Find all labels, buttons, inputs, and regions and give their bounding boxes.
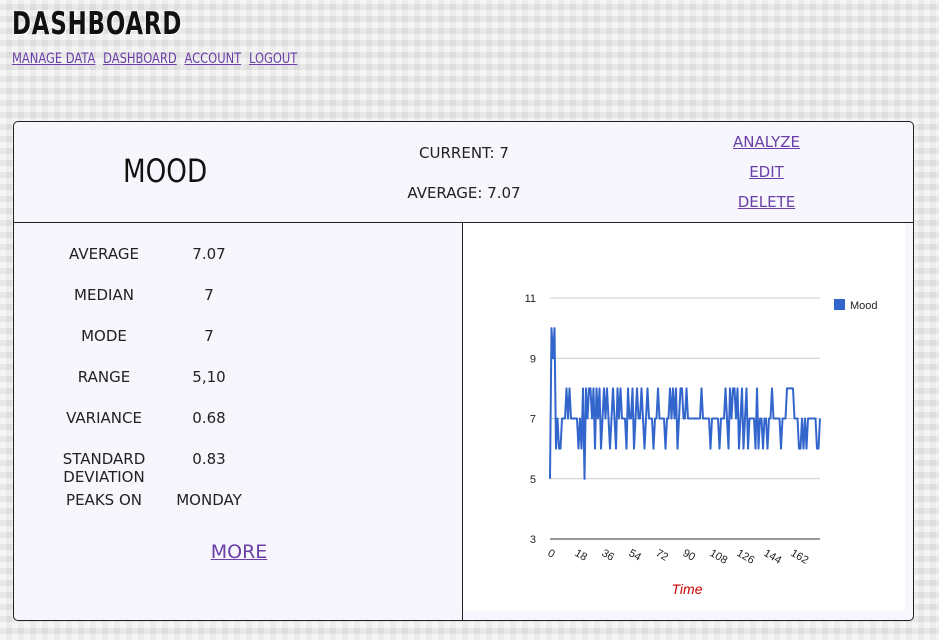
metric-name: MOOD — [123, 152, 208, 190]
x-tick-label: 108 — [708, 547, 730, 567]
x-tick-label: 144 — [762, 547, 784, 567]
mood-line-chart: 3 5 7 9 11 0 18 36 54 72 90 108 126 144 162 Time Mood — [525, 293, 878, 597]
stat-value: 7 — [204, 327, 214, 345]
stat-label: AVERAGE — [69, 245, 139, 263]
stat-label: MODE — [81, 327, 127, 345]
edit-link[interactable]: EDIT — [714, 162, 819, 192]
y-tick-label: 9 — [530, 353, 536, 365]
stat-label: STANDARD DEVIATION — [62, 450, 146, 486]
delete-link[interactable]: DELETE — [714, 192, 819, 222]
current-label: CURRENT: — [419, 144, 495, 162]
x-tick-label: 72 — [654, 547, 671, 564]
card-header: MOOD CURRENT: 7 AVERAGE: 7.07 ANALYZE ED… — [14, 122, 913, 223]
stat-label: MEDIAN — [74, 286, 134, 304]
stat-label: VARIANCE — [66, 409, 142, 427]
y-tick-label: 11 — [525, 293, 536, 305]
x-tick-label: 90 — [681, 547, 698, 564]
legend-label-mood: Mood — [850, 300, 878, 312]
x-tick-label: 18 — [573, 547, 590, 564]
site-title: DASHBOARD — [12, 6, 183, 42]
nav-account[interactable]: ACCOUNT — [184, 51, 241, 67]
stat-label: PEAKS ON — [66, 491, 142, 509]
metric-actions: ANALYZE EDIT DELETE — [714, 132, 819, 222]
nav-logout[interactable]: LOGOUT — [249, 51, 297, 67]
stat-value: 0.68 — [192, 409, 226, 427]
stat-label: RANGE — [77, 368, 131, 386]
metric-card: MOOD CURRENT: 7 AVERAGE: 7.07 ANALYZE ED… — [13, 121, 914, 621]
stat-value: 7 — [204, 286, 214, 304]
current-summary: CURRENT: 7 — [384, 144, 544, 162]
x-tick-label: 0 — [546, 547, 557, 560]
stat-row-peaks-on: PEAKS ON MONDAY — [14, 491, 463, 511]
stat-value: 7.07 — [192, 245, 226, 263]
average-value: 7.07 — [487, 184, 521, 202]
stat-row-average: AVERAGE 7.07 — [14, 245, 463, 265]
series-line-mood — [549, 327, 821, 480]
stat-value: 0.83 — [192, 450, 226, 468]
nav-manage-data[interactable]: MANAGE DATA — [12, 51, 95, 67]
more-link[interactable]: MORE — [204, 541, 274, 563]
average-summary: AVERAGE: 7.07 — [384, 184, 544, 202]
nav-dashboard[interactable]: DASHBOARD — [103, 51, 177, 67]
chart-panel: 3 5 7 9 11 0 18 36 54 72 90 108 126 144 162 Time Mood — [463, 223, 905, 611]
average-label: AVERAGE: — [407, 184, 483, 202]
y-tick-label: 3 — [530, 534, 536, 546]
stat-row-variance: VARIANCE 0.68 — [14, 409, 463, 429]
stat-row-median: MEDIAN 7 — [14, 286, 463, 306]
x-tick-label: 36 — [600, 547, 617, 564]
stat-row-range: RANGE 5,10 — [14, 368, 463, 388]
stat-value: 5,10 — [192, 368, 226, 386]
x-tick-label: 162 — [789, 547, 811, 567]
stat-row-std-dev: STANDARD DEVIATION 0.83 — [14, 450, 463, 486]
stat-row-mode: MODE 7 — [14, 327, 463, 347]
stat-value: MONDAY — [176, 491, 242, 509]
stats-panel: AVERAGE 7.07 MEDIAN 7 MODE 7 RANGE 5,10 … — [14, 223, 463, 620]
legend-swatch-mood — [834, 299, 845, 310]
top-nav: MANAGE DATA DASHBOARD ACCOUNT LOGOUT — [12, 51, 301, 67]
analyze-link[interactable]: ANALYZE — [714, 132, 819, 162]
x-axis-label: Time — [672, 581, 703, 597]
x-tick-label: 54 — [627, 547, 644, 564]
current-value: 7 — [499, 144, 509, 162]
y-tick-label: 7 — [530, 414, 536, 426]
x-tick-label: 126 — [735, 547, 757, 567]
y-tick-label: 5 — [530, 474, 536, 486]
